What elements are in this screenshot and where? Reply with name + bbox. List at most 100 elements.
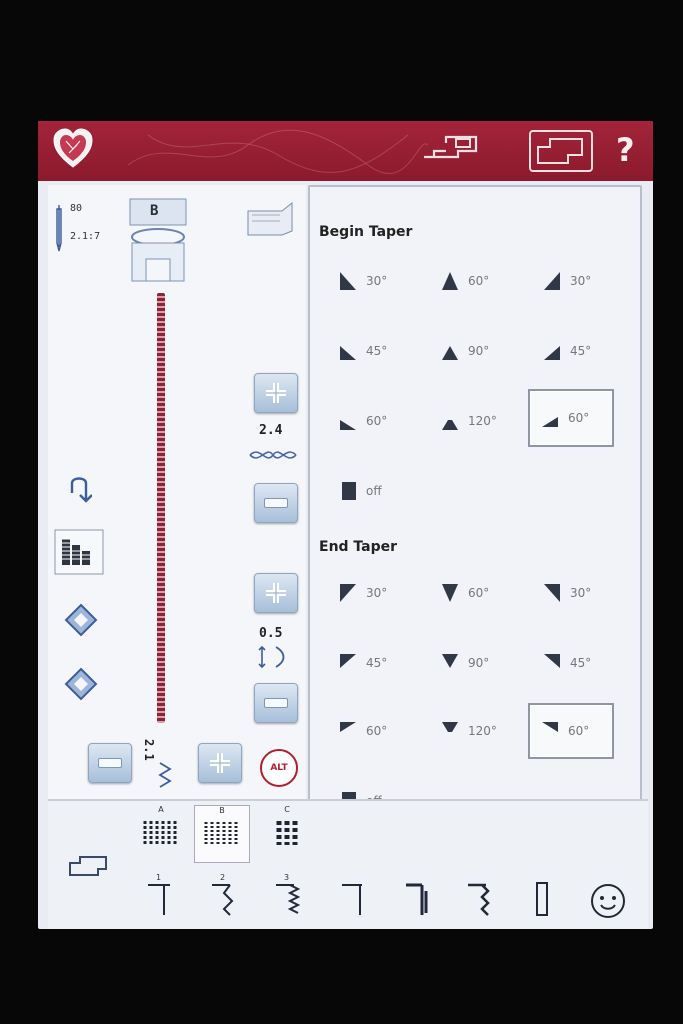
plus-icon (266, 583, 286, 603)
end-taper-60-right-selected[interactable]: 60° (528, 703, 614, 759)
stitch-tab-3[interactable]: 3 (274, 873, 304, 921)
taper-right-icon (542, 722, 558, 732)
help-button[interactable]: ? (616, 131, 635, 169)
width-decrease-button[interactable] (254, 483, 298, 523)
stitch-length-decrease-button[interactable] (88, 743, 132, 783)
smiley-icon[interactable] (590, 883, 626, 919)
angle-label: 60° (366, 414, 388, 428)
stitch-menu-a[interactable]: A (134, 805, 188, 861)
taper-left-icon (340, 420, 356, 430)
angle-label: 45° (570, 656, 592, 670)
begin-taper-45-right[interactable]: 45° (542, 331, 622, 371)
minus-icon (264, 698, 288, 708)
taper-center-icon (442, 272, 458, 290)
presser-foot[interactable]: B (128, 197, 188, 283)
minus-icon (98, 758, 122, 768)
taper-right-icon (544, 584, 560, 602)
stitch-width-icon (249, 451, 297, 459)
tab-number: 3 (284, 873, 290, 882)
alt-button[interactable]: ALT (260, 749, 298, 787)
end-taper-60-center[interactable]: 60° (440, 573, 520, 613)
angle-label: 60° (468, 586, 490, 600)
sewing-machine-icon[interactable] (528, 129, 596, 173)
taper-off-icon (342, 482, 356, 500)
stitch-tab-1[interactable]: 1 (146, 873, 176, 921)
heart-logo-icon[interactable] (52, 127, 94, 171)
angle-label: 45° (366, 656, 388, 670)
angle-label: 30° (570, 274, 592, 288)
end-taper-60-left[interactable]: 60° (338, 711, 418, 751)
thread-label: 2.1:7 (70, 231, 101, 242)
stitch-pattern-icon (204, 822, 238, 846)
decorative-swirl (128, 129, 428, 174)
begin-taper-60-left[interactable]: 60° (338, 401, 418, 441)
taper-right-icon (544, 346, 560, 360)
begin-taper-30-right[interactable]: 30° (542, 261, 622, 301)
stitch-menu-b[interactable]: B (194, 805, 250, 863)
taper-icon[interactable] (54, 529, 104, 575)
stitch-density-value: 0.5 (259, 626, 283, 641)
end-taper-30-left[interactable]: 30° (338, 573, 418, 613)
end-taper-45-left[interactable]: 45° (338, 643, 418, 683)
end-taper-30-right[interactable]: 30° (542, 573, 622, 613)
stitch-length-value: 2.1 (142, 739, 156, 761)
decorative-stitch-tab-icon[interactable] (466, 873, 496, 917)
end-taper-title: End Taper (319, 539, 398, 555)
stitch-pattern-icon (276, 821, 298, 845)
buttonhole-tab-icon[interactable] (340, 873, 370, 917)
length-decrease-button[interactable] (254, 683, 298, 723)
single-stitch-icon[interactable] (64, 603, 98, 637)
taper-right-icon (544, 272, 560, 290)
plus-icon (266, 383, 286, 403)
angle-label: 30° (366, 586, 388, 600)
stitch-menu-c[interactable]: C (260, 805, 314, 861)
taper-center-icon (442, 722, 458, 732)
taper-right-icon (542, 417, 558, 427)
begin-taper-90-center[interactable]: 90° (440, 331, 520, 371)
width-increase-button[interactable] (254, 373, 298, 413)
end-taper-90-center[interactable]: 90° (440, 643, 520, 683)
taper-left-icon (340, 272, 356, 290)
begin-taper-60-right-selected[interactable]: 60° (528, 389, 614, 447)
angle-label: 120° (468, 414, 497, 428)
tab-number: 1 (156, 873, 162, 882)
angle-label: 45° (366, 344, 388, 358)
end-taper-120-center[interactable]: 120° (440, 711, 520, 751)
reverse-icon[interactable] (66, 473, 92, 507)
taper-center-icon (442, 420, 458, 430)
embroidery-machine-icon[interactable] (420, 131, 490, 165)
angle-label: 90° (468, 656, 490, 670)
stitch-density-icon (258, 645, 285, 669)
quilt-stitch-tab-icon[interactable] (404, 873, 434, 917)
stitch-length-icon (158, 762, 172, 788)
bar-tack-tab-icon[interactable] (532, 873, 552, 917)
angle-label: 120° (468, 724, 497, 738)
alt-label: ALT (270, 763, 288, 773)
begin-taper-off[interactable]: off (338, 471, 418, 511)
presser-foot-letter: B (150, 203, 159, 219)
stitch-length-increase-button[interactable] (198, 743, 242, 783)
begin-taper-title: Begin Taper (319, 224, 413, 240)
stitch-preview (157, 293, 165, 723)
begin-taper-30-left[interactable]: 30° (338, 261, 418, 301)
top-bar: ? (38, 121, 653, 181)
sewing-machine-small-icon[interactable] (68, 853, 110, 881)
taper-center-icon (442, 584, 458, 602)
end-taper-45-right[interactable]: 45° (542, 643, 622, 683)
mirror-stitch-icon[interactable] (64, 667, 98, 701)
menu-letter: A (158, 805, 164, 814)
length-increase-button[interactable] (254, 573, 298, 613)
taper-left-icon (340, 346, 356, 360)
begin-taper-60-center[interactable]: 60° (440, 261, 520, 301)
begin-taper-120-center[interactable]: 120° (440, 401, 520, 441)
stitch-menu-icon[interactable] (246, 201, 296, 239)
menu-letter: B (219, 806, 225, 815)
stitch-tab-2[interactable]: 2 (210, 873, 240, 921)
begin-taper-45-left[interactable]: 45° (338, 331, 418, 371)
needle-icon (56, 205, 62, 252)
taper-center-icon (442, 654, 458, 668)
angle-label: 60° (366, 724, 388, 738)
taper-left-icon (340, 654, 356, 668)
angle-label: 30° (570, 586, 592, 600)
tab-number: 2 (220, 873, 226, 882)
